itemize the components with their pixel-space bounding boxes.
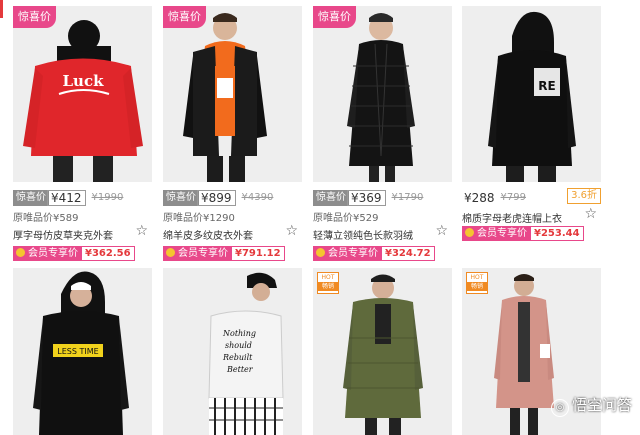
svg-text:Better: Better [226, 365, 254, 374]
svg-text:Luck: Luck [63, 72, 105, 90]
hot-sale-badge: HOT 畅销 [466, 272, 488, 294]
star-icon[interactable]: ☆ [135, 223, 148, 239]
coin-icon [316, 248, 325, 257]
svg-text:RE: RE [538, 79, 555, 93]
member-price-label: 会员专享价 [28, 248, 78, 259]
product-image[interactable]: Nothing should Rebuilt Better [163, 268, 302, 435]
price: ¥369 [347, 189, 386, 206]
surprise-price-tag: 惊喜价 [13, 6, 56, 28]
member-price: ¥253.44 [534, 228, 580, 239]
product-image[interactable]: RE [462, 6, 601, 182]
price-row: 惊喜价 ¥899 ¥4390 [163, 187, 302, 206]
bestseller-label: 畅销 [467, 282, 487, 291]
list-price: ¥799 [500, 192, 526, 203]
surprise-price-tag: 惊喜价 [163, 6, 206, 28]
star-icon[interactable]: ☆ [435, 223, 448, 239]
product-name[interactable]: 棉质字母老虎连帽上衣 [462, 210, 562, 225]
watermark-logo-icon: ◎ [550, 399, 569, 417]
original-vip-price: 原唯品价¥1290 [163, 213, 235, 224]
list-price: ¥1990 [91, 192, 124, 203]
member-price: ¥791.12 [235, 248, 281, 259]
price-row: 惊喜价 ¥412 ¥1990 [13, 187, 152, 206]
product-name[interactable]: 厚字母仿皮草夹克外套 [13, 227, 113, 242]
left-accent-bar [0, 0, 3, 18]
coin-icon [16, 248, 25, 257]
member-price-badge: 会员专享价 ¥791.12 [163, 246, 285, 261]
price-label: 惊喜价 [313, 189, 349, 206]
member-price-label: 会员专享价 [328, 248, 378, 259]
hot-sale-badge: HOT 畅销 [317, 272, 339, 294]
price: ¥288 [464, 190, 495, 205]
svg-text:LESS TIME: LESS TIME [57, 347, 98, 356]
original-vip-price: 原唯品价¥589 [13, 213, 79, 224]
product-image[interactable]: LESS TIME [13, 268, 152, 435]
original-vip-price: 原唯品价¥529 [313, 213, 379, 224]
hot-label: HOT [321, 274, 335, 281]
member-price-badge: 会员专享价 ¥362.56 [13, 246, 135, 261]
watermark: ◎ 悟空问答 [550, 394, 632, 417]
member-price-badge: 会员专享价 ¥324.72 [313, 246, 435, 261]
star-icon[interactable]: ☆ [584, 206, 597, 222]
price-row: ¥288 ¥799 3.6折 [462, 187, 601, 205]
price: ¥899 [197, 189, 236, 206]
price-label: 惊喜价 [163, 189, 199, 206]
list-price: ¥4390 [241, 192, 274, 203]
price: ¥412 [47, 189, 86, 206]
watermark-text: 悟空问答 [571, 396, 632, 414]
price-row: 惊喜价 ¥369 ¥1790 [313, 187, 452, 206]
svg-text:Rebuilt: Rebuilt [222, 353, 253, 362]
member-price-label: 会员专享价 [178, 248, 228, 259]
star-icon[interactable]: ☆ [285, 223, 298, 239]
product-name[interactable]: 轻薄立领纯色长款羽绒 [313, 227, 413, 242]
product-image[interactable]: Luck [13, 6, 152, 182]
list-price: ¥1790 [391, 192, 424, 203]
member-price: ¥324.72 [385, 248, 431, 259]
hot-label: HOT [470, 274, 484, 281]
product-name[interactable]: 绵羊皮多纹皮衣外套 [163, 227, 253, 242]
member-price-label: 会员专享价 [477, 228, 527, 239]
coin-icon [465, 228, 474, 237]
price-label: 惊喜价 [13, 189, 49, 206]
surprise-price-tag: 惊喜价 [313, 6, 356, 28]
bestseller-label: 畅销 [318, 282, 338, 291]
product-image[interactable] [163, 6, 302, 182]
product-image[interactable] [313, 6, 452, 182]
svg-text:Nothing: Nothing [222, 329, 256, 338]
discount-badge: 3.6折 [567, 188, 601, 204]
member-price-badge: 会员专享价 ¥253.44 [462, 226, 584, 241]
coin-icon [166, 248, 175, 257]
svg-text:should: should [225, 341, 252, 350]
member-price: ¥362.56 [85, 248, 131, 259]
